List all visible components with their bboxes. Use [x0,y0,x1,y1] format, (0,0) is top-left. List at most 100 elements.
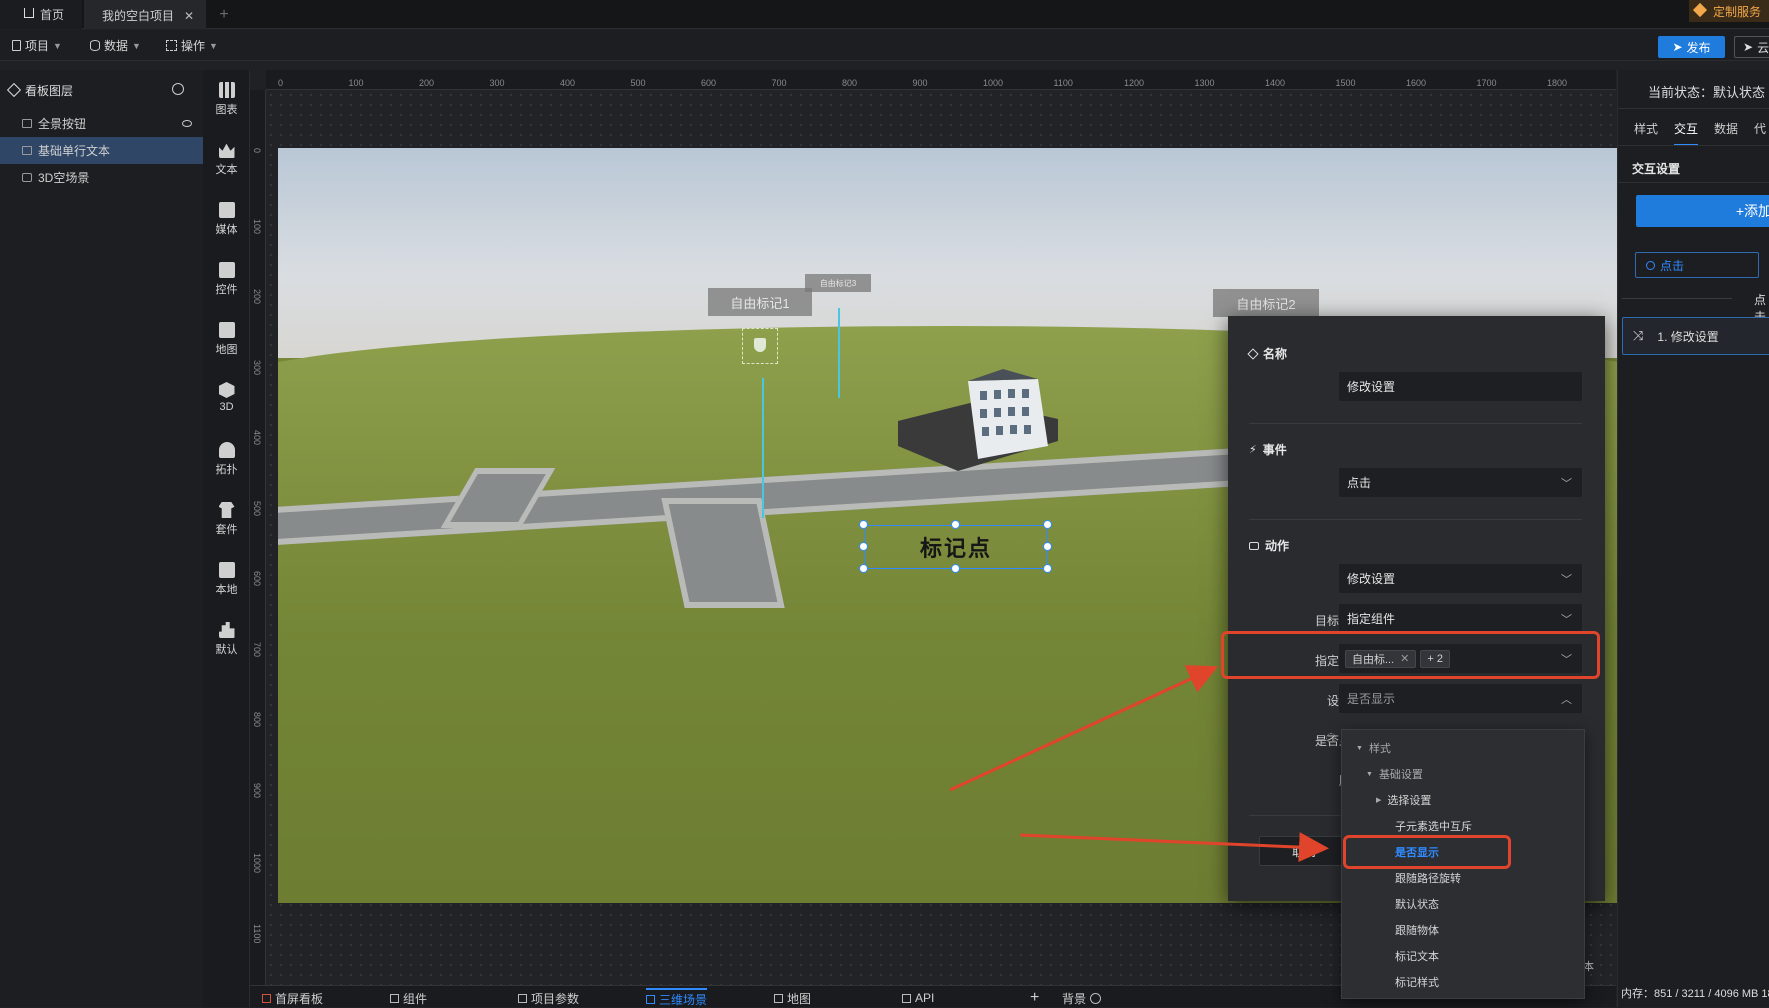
bottom-tab-label: API [915,991,935,1005]
bottom-tab[interactable]: 组件 [390,988,427,1008]
marker-tag[interactable]: 自由标记1 [708,288,812,316]
marker-tag[interactable]: 自由标记2 [1213,289,1319,317]
dropdown-group[interactable]: ▶ 选择设置 [1376,790,1431,810]
resize-handle[interactable] [859,542,868,551]
rail-item-map[interactable]: 地图 [203,322,250,357]
bottom-tab[interactable]: 地图 [774,988,811,1008]
dropdown-item[interactable]: 跟随物体 [1395,920,1439,940]
action-item[interactable]: ⤨ 1. 修改设置 [1622,317,1769,355]
tab-home-label: 首页 [40,8,65,22]
rail-item-chart[interactable]: 图表 [203,82,250,117]
bottom-tab[interactable]: 背景 [1062,988,1102,1008]
rail-item-default[interactable]: 默认 [203,622,250,657]
cloud-publish-button[interactable]: ➤ 云 [1734,36,1769,58]
marker-beam [762,378,764,518]
rail-item-text[interactable]: 文本 [203,142,250,177]
close-icon[interactable]: ✕ [184,9,194,23]
tab-project-label: 我的空白项目 [102,9,175,23]
search-icon[interactable] [172,83,184,95]
ruler-tick-label: 1200 [1124,78,1145,88]
send-icon: ➤ [1743,40,1754,54]
caret-down-icon: ▼ [1356,744,1363,752]
highlight-box [1221,631,1600,679]
section-action: 动作 [1249,537,1289,554]
add-circle-icon[interactable] [1090,992,1102,1004]
tab-style[interactable]: 样式 [1634,120,1658,137]
dropdown-group[interactable]: ▼ 基础设置 [1366,764,1423,784]
tab-interaction[interactable]: 交互 [1674,120,1699,146]
rail-item-topology[interactable]: 拓扑 [203,442,250,477]
add-tab-button[interactable]: + [1030,988,1039,1008]
dropdown-item[interactable]: 标记样式 [1395,972,1439,992]
title-bar: 首页 我的空白项目 ✕ + 定制服务 [0,0,1769,29]
bottom-tab-active[interactable]: 三维场景 [646,988,708,1008]
ruler-tick-label: 1300 [1194,78,1215,88]
divider [1249,423,1582,424]
diamond-icon [1692,2,1708,18]
rail-item-suite[interactable]: 套件 [203,502,250,537]
layer-item-selected[interactable]: 基础单行文本 [0,137,203,164]
action-select[interactable]: 修改设置 ﹀ [1339,564,1582,593]
resize-handle[interactable] [1043,542,1052,551]
add-interaction-button[interactable]: +添加 [1636,195,1769,227]
layer-item[interactable]: 全景按钮 [0,110,203,137]
menu-data[interactable]: 数据 ▼ [90,30,141,61]
event-chip[interactable]: 点击 [1635,252,1759,278]
layer-item[interactable]: 3D空场景 [0,164,203,191]
bottom-tab[interactable]: 首屏看板 [262,988,323,1008]
ruler-tick-label: 1000 [252,853,262,874]
resize-handle[interactable] [859,520,868,529]
loading-icon [1326,733,1336,743]
chevron-up-icon: ︿ [1561,694,1572,706]
menu-project-label: 项目 [25,39,50,53]
custom-service-button[interactable]: 定制服务 [1688,0,1769,22]
dropdown-item[interactable]: 跟随路径旋转 [1395,868,1461,888]
tab-project[interactable]: 我的空白项目 ✕ [84,0,206,29]
dropdown-item[interactable]: 默认状态 [1395,894,1439,914]
memory-status: 内存：851 / 3211 / 4096 MB 18 [1621,988,1769,1000]
dropdown-item[interactable]: 子元素选中互斥 [1395,816,1472,836]
cloud-publish-label: 云 [1757,40,1769,55]
resize-handle[interactable] [951,564,960,573]
resize-handle[interactable] [951,520,960,529]
rail-item-media[interactable]: 媒体 [203,202,250,237]
event-chip-label: 点击 [1660,258,1685,273]
dropdown-item-label: 基础设置 [1378,769,1423,781]
resize-handle[interactable] [859,564,868,573]
bottom-tab[interactable]: 项目参数 [518,988,579,1008]
selected-text-component[interactable]: 标记点 [864,525,1048,569]
chart-icon [218,622,235,638]
rail-item-control[interactable]: 控件 [203,262,250,297]
dropdown-item[interactable]: 标记文本 [1395,946,1439,966]
resize-handle[interactable] [1043,520,1052,529]
cancel-button[interactable]: 取消 [1259,836,1349,866]
name-input[interactable]: 修改设置 [1339,372,1582,401]
target-select[interactable]: 指定组件 ﹀ [1339,604,1582,633]
rail-item-local[interactable]: 本地 [203,562,250,597]
ruler-tick-label: 1000 [983,78,1004,88]
divider [1249,519,1582,520]
eye-hidden-icon[interactable] [182,120,192,127]
setting-item-select[interactable]: 是否显示 ︿ [1339,684,1582,713]
tab-code[interactable]: 代 [1754,120,1766,137]
tab-data[interactable]: 数据 [1714,120,1738,137]
tab-home[interactable]: 首页 [0,0,82,29]
bottom-tab-label: 背景 [1062,991,1087,1006]
rail-item-label: 文本 [215,164,238,176]
image-icon [22,119,32,128]
ruler-tick-label: 1100 [252,923,262,943]
text-icon [22,146,32,155]
dropdown-group[interactable]: ▼ 样式 [1356,738,1391,758]
marker-tag[interactable]: 自由标记3 [805,274,871,292]
cube-icon [22,173,32,182]
resize-handle[interactable] [1043,564,1052,573]
publish-button[interactable]: ➤ 发布 [1658,36,1725,58]
add-tab-button[interactable]: + [212,0,236,29]
menu-project[interactable]: 项目 ▼ [12,30,62,61]
menu-operate[interactable]: 操作 ▼ [166,30,218,61]
section-interaction-settings: 交互设置 [1632,162,1681,176]
trigger-select[interactable]: 点击 ﹀ [1339,468,1582,497]
bottom-tab[interactable]: API [902,988,934,1008]
ruler-tick-label: 200 [419,78,435,88]
rail-item-3d[interactable]: 3D [203,382,250,413]
